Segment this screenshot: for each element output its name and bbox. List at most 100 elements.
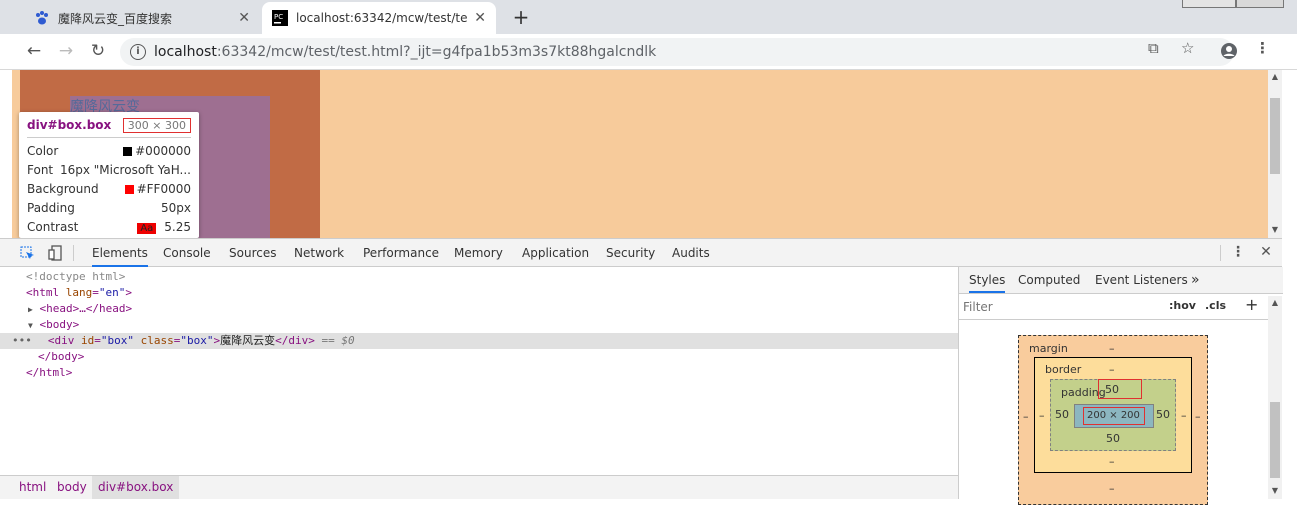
pycharm-icon: PC	[272, 10, 288, 26]
maximize-button[interactable]	[1236, 0, 1284, 8]
sidebar-tabs: Styles Computed Event Listeners »	[959, 267, 1283, 294]
page-scrollbar[interactable]: ▲ ▼	[1268, 70, 1282, 238]
page-viewport: 魔降风云变	[12, 70, 1268, 238]
border-top-value[interactable]: –	[1109, 363, 1115, 376]
tooltip-row-background: Background #FF0000	[27, 182, 191, 196]
close-tab-icon[interactable]: ✕	[238, 10, 250, 26]
border-bottom-value[interactable]: –	[1109, 455, 1115, 468]
margin-bottom-value[interactable]: –	[1109, 482, 1115, 495]
styles-sidebar: Styles Computed Event Listeners » :hov .…	[958, 267, 1283, 505]
margin-right-value[interactable]: –	[1195, 410, 1201, 423]
tab-strip: 魔降风云变_百度搜索 ✕ PC localhost:63342/mcw/test…	[0, 0, 1297, 34]
breadcrumb: html body div#box.box	[0, 475, 958, 499]
tooltip-selector: div#box.box	[27, 118, 112, 132]
tab-network[interactable]: Network	[294, 239, 344, 267]
dom-line-div-selected[interactable]: ••• <div id="box" class="box">魔降风云变</div>…	[0, 333, 958, 349]
back-arrow-icon[interactable]: ←	[22, 40, 46, 64]
more-tabs-icon[interactable]: »	[1191, 267, 1200, 293]
tab-baidu-search[interactable]: 魔降风云变_百度搜索 ✕	[24, 2, 260, 34]
scroll-up-icon[interactable]: ▲	[1268, 72, 1282, 81]
browser-toolbar: ← → ↻ i localhost:63342/mcw/test/test.ht…	[0, 34, 1297, 70]
tooltip-row-color: Color #000000	[27, 144, 191, 158]
dom-line-html-close[interactable]: </html>	[0, 365, 958, 381]
divider	[1220, 245, 1221, 261]
dom-line-body-close[interactable]: </body>	[0, 349, 958, 365]
border-right-value[interactable]: –	[1181, 409, 1187, 422]
profile-icon[interactable]	[1220, 42, 1238, 60]
elements-tree: <!doctype html> <html lang="en"> ▶ <head…	[0, 267, 958, 475]
devtools-menu-icon[interactable]: ⋮	[1230, 245, 1246, 261]
color-swatch	[123, 147, 133, 156]
menu-kebab-icon[interactable]: ⋮	[1255, 39, 1270, 57]
tooltip-row-padding: Padding 50px	[27, 201, 191, 215]
scrollbar-thumb[interactable]	[1270, 98, 1280, 174]
collapse-arrow-icon[interactable]: ▼	[28, 321, 33, 330]
dom-line-head[interactable]: ▶ <head>…</head>	[0, 301, 958, 317]
tooltip-row-font: Font 16px "Microsoft YaH...	[27, 163, 191, 177]
address-bar[interactable]: i localhost:63342/mcw/test/test.html?_ij…	[120, 38, 1234, 66]
tab-computed[interactable]: Computed	[1018, 267, 1080, 293]
tab-security[interactable]: Security	[606, 239, 655, 267]
bookmark-star-icon[interactable]: ☆	[1181, 39, 1194, 57]
hov-button[interactable]: :hov	[1169, 299, 1196, 312]
url-path: :63342/mcw/test/test.html?_ijt=g4fpa1b53…	[216, 44, 657, 60]
content-size-value[interactable]: 200 × 200	[1083, 407, 1145, 425]
box-model-content[interactable]: 200 × 200	[1074, 404, 1154, 428]
filter-row: :hov .cls +	[959, 294, 1269, 320]
tab-sources[interactable]: Sources	[229, 239, 276, 267]
cls-button[interactable]: .cls	[1205, 299, 1226, 312]
margin-top-value[interactable]: –	[1109, 342, 1115, 355]
tab-performance[interactable]: Performance	[363, 239, 439, 267]
minimize-button[interactable]	[1182, 0, 1236, 8]
tab-title: localhost:63342/mcw/test/test	[296, 11, 469, 25]
forward-arrow-icon[interactable]: →	[54, 40, 78, 64]
devtools-tabbar: Elements Console Sources Network Perform…	[0, 238, 1282, 267]
info-icon[interactable]: i	[130, 44, 146, 60]
inspect-element-icon[interactable]	[20, 246, 35, 261]
tab-console[interactable]: Console	[163, 239, 211, 267]
tooltip-row-contrast: Contrast Aa 5.25	[27, 220, 191, 234]
tab-audits[interactable]: Audits	[672, 239, 710, 267]
tooltip-size: 300 × 300	[122, 118, 191, 133]
tab-localhost[interactable]: PC localhost:63342/mcw/test/test ✕	[262, 2, 496, 34]
tab-title: 魔降风云变_百度搜索	[58, 11, 173, 26]
url-text[interactable]: localhost:63342/mcw/test/test.html?_ijt=…	[154, 44, 656, 60]
sidebar-scrollbar[interactable]: ▲ ▼	[1268, 296, 1282, 499]
close-devtools-icon[interactable]: ✕	[1258, 245, 1274, 261]
scrollbar-thumb[interactable]	[1270, 402, 1280, 478]
tab-elements[interactable]: Elements	[92, 239, 148, 267]
margin-left-value[interactable]: –	[1023, 410, 1029, 423]
breadcrumb-div[interactable]: div#box.box	[92, 476, 180, 499]
dom-line-html[interactable]: <html lang="en">	[0, 285, 958, 301]
close-tab-icon[interactable]: ✕	[474, 10, 486, 26]
inspect-tooltip: div#box.box 300 × 300 Color #000000 Font 1…	[19, 112, 199, 238]
breadcrumb-body[interactable]: body	[57, 480, 87, 494]
tab-application[interactable]: Application	[522, 239, 589, 267]
scroll-down-icon[interactable]: ▼	[1268, 486, 1282, 495]
more-dots-icon[interactable]: •••	[12, 334, 32, 347]
translate-icon[interactable]: ⧉	[1148, 39, 1159, 57]
expand-arrow-icon[interactable]: ▶	[28, 305, 33, 314]
svg-text:PC: PC	[274, 13, 283, 21]
dom-line-body[interactable]: ▼ <body>	[0, 317, 958, 333]
scroll-down-icon[interactable]: ▼	[1268, 225, 1282, 234]
padding-top-value[interactable]: 50	[1098, 379, 1142, 399]
border-left-value[interactable]: –	[1039, 409, 1045, 422]
background-swatch	[124, 185, 134, 194]
padding-left-value[interactable]: 50	[1055, 408, 1069, 421]
tab-styles[interactable]: Styles	[969, 267, 1006, 293]
padding-bottom-value[interactable]: 50	[1106, 432, 1120, 445]
new-tab-button[interactable]: +	[508, 5, 534, 31]
breadcrumb-html[interactable]: html	[19, 480, 46, 494]
divider	[73, 245, 74, 261]
padding-right-value[interactable]: 50	[1156, 408, 1170, 421]
scroll-up-icon[interactable]: ▲	[1268, 298, 1282, 307]
new-style-rule-button[interactable]: +	[1245, 295, 1258, 314]
dom-line-doctype[interactable]: <!doctype html>	[0, 269, 958, 285]
tab-event-listeners[interactable]: Event Listeners	[1095, 267, 1188, 293]
device-toolbar-icon[interactable]	[48, 245, 63, 261]
filter-input[interactable]	[963, 297, 1153, 317]
reload-icon[interactable]: ↻	[86, 40, 110, 64]
url-host: localhost	[154, 44, 217, 60]
tab-memory[interactable]: Memory	[454, 239, 503, 267]
